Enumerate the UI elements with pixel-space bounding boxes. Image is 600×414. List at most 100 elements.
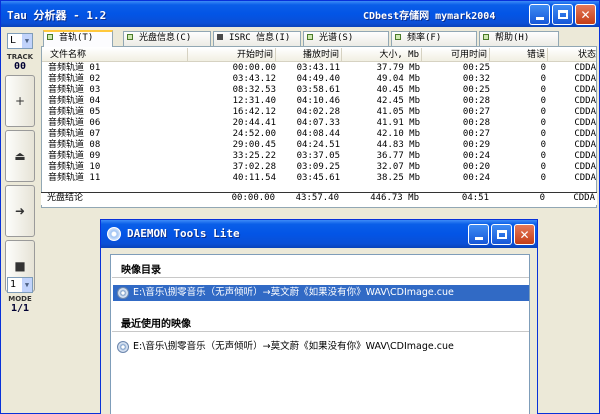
cell-start-time: 37:02.28 xyxy=(232,162,276,172)
cell-play-time: 03:45.61 xyxy=(296,173,340,183)
cell-start-time: 24:52.00 xyxy=(232,129,276,139)
cell-errors: 0 xyxy=(540,74,546,84)
window-title: Tau 分析器 - 1.2 xyxy=(7,9,107,22)
cell-play-time: 04:10.46 xyxy=(296,96,340,106)
tab-isrc-info[interactable]: ISRC 信息(I) xyxy=(213,31,301,46)
cell-status: CDDA xyxy=(574,118,596,128)
drive-select[interactable]: L ▼ xyxy=(7,33,33,49)
col-errors[interactable]: 错误 xyxy=(490,48,548,62)
chevron-down-icon: ▼ xyxy=(22,278,32,292)
dialog-titlebar[interactable]: DAEMON Tools Lite ✕ xyxy=(101,220,537,248)
main-titlebar[interactable]: Tau 分析器 - 1.2 CDbest存储网 mymark2004 ✕ xyxy=(1,1,599,27)
cell-size: 44.83 Mb xyxy=(376,140,420,150)
disc-image-icon xyxy=(117,341,129,353)
next-button[interactable]: ➜ xyxy=(5,185,35,237)
track-table: 文件名称 开始时间 播放时间 大小, Mb 可用时间 错误 状态 音频轨道 01… xyxy=(41,46,597,208)
col-status[interactable]: 状态 xyxy=(548,48,596,62)
mode-select[interactable]: 1 ▼ xyxy=(7,277,33,293)
cell-status: CDDA xyxy=(574,162,596,172)
table-row[interactable]: 音频轨道 05 16:42.12 04:02.28 41.05 Mb 00:27 0 CDD… xyxy=(42,107,596,118)
cell-play-time: 04:08.44 xyxy=(296,129,340,139)
col-play-time[interactable]: 播放时间 xyxy=(276,48,342,62)
cell-available-time: 00:25 xyxy=(462,63,490,73)
total-errors: 0 xyxy=(539,193,545,203)
cell-start-time: 00:00.00 xyxy=(232,63,276,73)
table-row[interactable]: 音频轨道 01 00:00.00 03:43.11 37.79 Mb 00:25 0 CDD… xyxy=(42,63,596,74)
table-row[interactable]: 音频轨道 08 29:00.45 04:24.51 44.83 Mb 00:29 0 CDD… xyxy=(42,140,596,151)
col-size[interactable]: 大小, Mb xyxy=(342,48,422,62)
close-button[interactable]: ✕ xyxy=(575,4,596,25)
cell-size: 42.10 Mb xyxy=(376,129,420,139)
daemon-tools-window: DAEMON Tools Lite ✕ 映像目录 E:\音乐\捌零音乐（无声倾听… xyxy=(100,219,538,414)
cell-size: 49.04 Mb xyxy=(376,74,420,84)
image-catalog-item[interactable]: E:\音乐\捌零音乐（无声倾听）→莫文蔚《如果没有你》WAV\CDImage.c… xyxy=(113,285,529,301)
drive-letter: L xyxy=(10,35,17,46)
cell-filename: 音频轨道 06 xyxy=(48,118,101,128)
cell-size: 36.77 Mb xyxy=(376,151,420,161)
cell-available-time: 00:32 xyxy=(462,74,490,84)
table-row[interactable]: 音频轨道 07 24:52.00 04:08.44 42.10 Mb 00:27 0 CDD… xyxy=(42,129,596,140)
daemon-tools-icon xyxy=(107,227,121,241)
cell-play-time: 03:43.11 xyxy=(296,63,340,73)
cell-available-time: 00:24 xyxy=(462,173,490,183)
add-button[interactable]: + xyxy=(5,75,35,127)
cell-errors: 0 xyxy=(540,118,546,128)
cell-status: CDDA xyxy=(574,63,596,73)
cell-size: 37.79 Mb xyxy=(376,63,420,73)
mode-label: MODE xyxy=(8,295,32,303)
cell-available-time: 00:25 xyxy=(462,85,490,95)
tab-tracks[interactable]: 音轨(T) xyxy=(43,30,113,47)
minimize-button[interactable] xyxy=(529,4,550,25)
cell-status: CDDA xyxy=(574,85,596,95)
total-row: 光盘结论 00:00.00 43:57.40 446.73 Mb 04:51 0… xyxy=(41,192,597,205)
stop-icon: ■ xyxy=(14,259,26,273)
cell-start-time: 12:31.40 xyxy=(232,96,276,106)
left-panel: L ▼ TRACK 00 + ⏏ ➜ ■ 1 ▼ MODE 1/1 xyxy=(3,29,37,413)
total-duration: 43:57.40 xyxy=(295,193,339,203)
tab-spectrum[interactable]: 光谱(S) xyxy=(303,31,389,46)
dialog-close-button[interactable]: ✕ xyxy=(514,224,535,245)
cell-errors: 0 xyxy=(540,173,546,183)
mode-value: 1/1 xyxy=(10,303,30,314)
cell-play-time: 03:37.05 xyxy=(296,151,340,161)
tab-bar: 音轨(T) 光盘信息(C) ISRC 信息(I) 光谱(S) 频率(F) 帮助(… xyxy=(41,30,597,47)
window-title-right: CDbest存储网 mymark2004 xyxy=(363,11,496,22)
table-header: 文件名称 开始时间 播放时间 大小, Mb 可用时间 错误 状态 xyxy=(42,48,596,62)
section-image-catalog: 映像目录 xyxy=(121,265,161,276)
dialog-title: DAEMON Tools Lite xyxy=(127,227,240,240)
table-row[interactable]: 音频轨道 02 03:43.12 04:49.40 49.04 Mb 00:32 0 CDD… xyxy=(42,74,596,85)
cell-errors: 0 xyxy=(540,151,546,161)
tab-help[interactable]: 帮助(H) xyxy=(479,31,559,46)
table-row[interactable]: 音频轨道 06 20:44.41 04:07.33 41.91 Mb 00:28 0 CDD… xyxy=(42,118,596,129)
tab-frequency[interactable]: 频率(F) xyxy=(391,31,477,46)
maximize-button[interactable] xyxy=(552,4,573,25)
table-row[interactable]: 音频轨道 10 37:02.28 03:09.25 32.07 Mb 00:20 0 CDD… xyxy=(42,162,596,173)
dialog-maximize-button[interactable] xyxy=(491,224,512,245)
cell-errors: 0 xyxy=(540,96,546,106)
total-name: 光盘结论 xyxy=(47,193,84,203)
cell-size: 38.25 Mb xyxy=(376,173,420,183)
dialog-minimize-button[interactable] xyxy=(468,224,489,245)
tab-disc-info[interactable]: 光盘信息(C) xyxy=(123,31,211,46)
cell-status: CDDA xyxy=(574,74,596,84)
cell-size: 40.45 Mb xyxy=(376,85,420,95)
table-row[interactable]: 音频轨道 04 12:31.40 04:10.46 42.45 Mb 00:28 0 CDD… xyxy=(42,96,596,107)
eject-button[interactable]: ⏏ xyxy=(5,130,35,182)
cell-errors: 0 xyxy=(540,85,546,95)
col-available-time[interactable]: 可用时间 xyxy=(422,48,490,62)
cell-filename: 音频轨道 08 xyxy=(48,140,101,150)
divider xyxy=(112,277,529,278)
cell-filename: 音频轨道 05 xyxy=(48,107,101,117)
col-start-time[interactable]: 开始时间 xyxy=(188,48,276,62)
recent-image-item[interactable]: E:\音乐\捌零音乐（无声倾听）→莫文蔚《如果没有你》WAV\CDImage.c… xyxy=(113,339,529,355)
table-row[interactable]: 音频轨道 11 40:11.54 03:45.61 38.25 Mb 00:24 0 CDD… xyxy=(42,173,596,184)
flag-icon xyxy=(483,34,489,40)
table-row[interactable]: 音频轨道 03 08:32.53 03:58.61 40.45 Mb 00:25 0 CDD… xyxy=(42,85,596,96)
close-icon: ✕ xyxy=(580,7,591,22)
chevron-down-icon: ▼ xyxy=(22,34,32,48)
plus-icon: + xyxy=(14,94,26,108)
cell-start-time: 16:42.12 xyxy=(232,107,276,117)
table-row[interactable]: 音频轨道 09 33:25.22 03:37.05 36.77 Mb 00:24 0 CDD… xyxy=(42,151,596,162)
cell-play-time: 03:09.25 xyxy=(296,162,340,172)
col-filename[interactable]: 文件名称 xyxy=(42,48,188,62)
